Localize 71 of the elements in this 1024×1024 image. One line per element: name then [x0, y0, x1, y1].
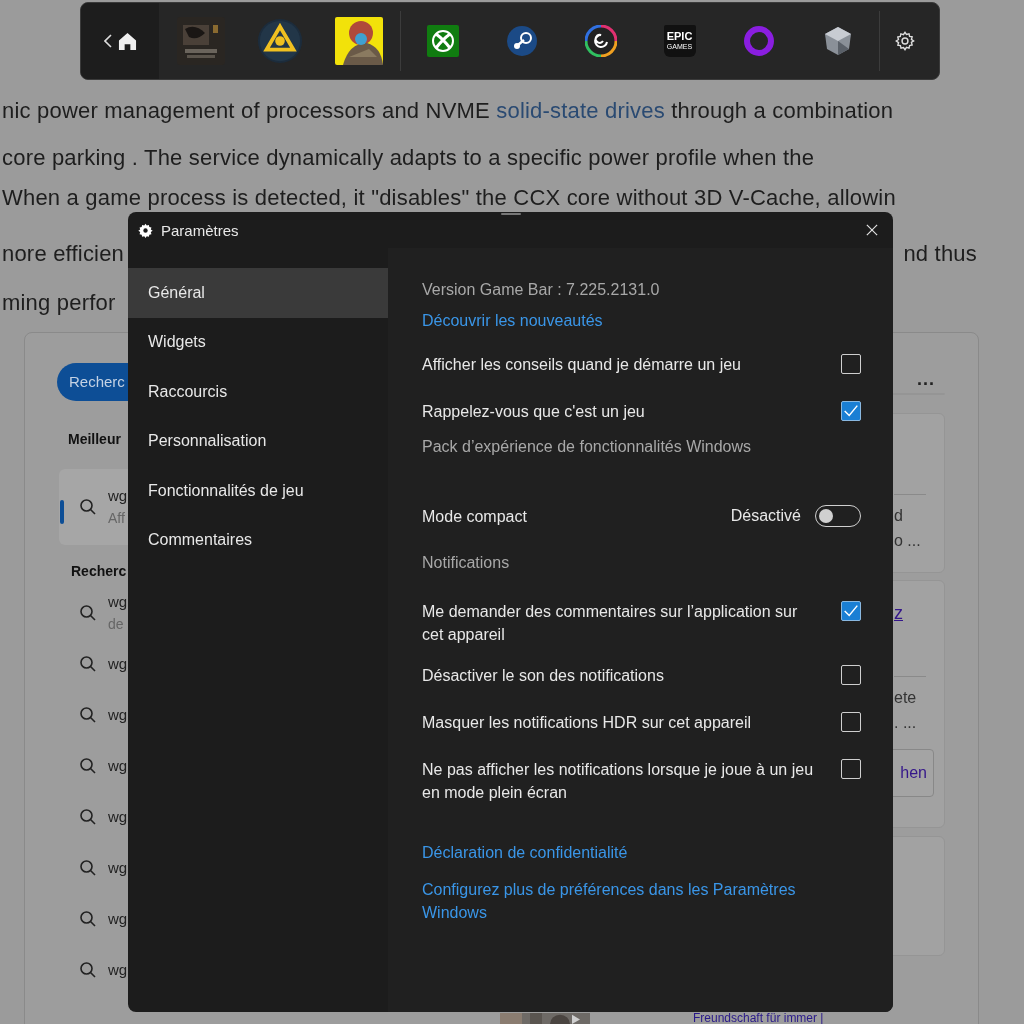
section-heading: Recherc: [71, 563, 128, 581]
card-text: o ...: [894, 531, 921, 551]
search-icon: [79, 909, 97, 928]
option-label: Rappelez-vous que c'est un jeu: [422, 402, 645, 422]
option-label: Me demander des commentaires sur l’application sur cet appareil: [422, 602, 799, 645]
best-result[interactable]: wg Aff: [59, 469, 129, 545]
checkbox[interactable]: [841, 665, 861, 685]
article-text: When a game process is detected, it "disables" the CCX core without 3D V-Cache, allowin: [2, 185, 896, 211]
nav-item[interactable]: Général: [128, 268, 388, 318]
home-icon: [117, 31, 137, 51]
nav-item[interactable]: Fonctionnalités de jeu: [128, 466, 388, 516]
option-label: Afficher les conseils quand je démarre un jeu: [422, 355, 741, 375]
result-title: wg: [108, 486, 128, 506]
search-suggestion[interactable]: wg: [108, 958, 128, 981]
logo-text: EPIC: [666, 31, 693, 42]
swirl-logo-icon[interactable]: [584, 25, 617, 57]
option-label: Désactiver le son des notifications: [422, 666, 664, 686]
checkbox[interactable]: [841, 601, 861, 621]
search-suggestion[interactable]: wg: [108, 907, 128, 930]
nav-item[interactable]: Commentaires: [128, 515, 388, 565]
article-text: core parking . The service dynamically adapts to a specific power profile when the: [2, 144, 815, 171]
article-link[interactable]: solid-state drives: [496, 97, 665, 123]
back-chevron-icon: [103, 34, 112, 48]
settings-link[interactable]: Configurez plus de préférences dans les Paramètres Windows: [422, 878, 822, 924]
search-suggestion[interactable]: wg: [108, 805, 128, 828]
article-text: ming perfor: [2, 289, 116, 316]
info-text: Pack d’expérience de fonctionnalités Windows: [422, 437, 753, 457]
search-icon: [79, 498, 97, 516]
option-label: Masquer les notifications HDR sur cet appareil: [422, 713, 752, 733]
search-suggestion[interactable]: wg: [108, 856, 128, 879]
info-text: Version Game Bar : 7.225.2131.0: [422, 280, 661, 300]
result-subtitle: Aff: [108, 509, 126, 528]
card-text: . ...: [894, 713, 917, 733]
search-icon: [79, 603, 97, 622]
settings-link[interactable]: Découvrir les nouveautés: [422, 309, 603, 332]
toggle-state: Désactivé: [730, 507, 801, 525]
search-icon: [79, 858, 97, 877]
search-suggestion[interactable]: wg: [108, 652, 128, 675]
x-logo-icon[interactable]: [426, 25, 459, 57]
section-heading: Meilleur: [68, 431, 122, 449]
checkbox[interactable]: [841, 712, 861, 732]
search-icon: [79, 756, 97, 775]
article-text: nd thus: [903, 240, 977, 267]
settings-icon: [138, 222, 153, 238]
option-label: Mode compact: [422, 506, 527, 527]
checkbox[interactable]: [841, 401, 861, 421]
article-text: nore efficien: [2, 240, 125, 267]
triangle-logo-icon: [256, 18, 303, 64]
search-suggestion[interactable]: wg: [108, 590, 128, 613]
dialog-title: Paramètres: [161, 221, 239, 239]
ring-icon[interactable]: [742, 25, 775, 57]
home-button[interactable]: [81, 3, 159, 79]
search-icon: [79, 960, 97, 979]
article-text: nic power management of processors and NVME solid-state drives through a combination: [2, 97, 894, 124]
card-text: ete: [894, 688, 917, 708]
checkbox[interactable]: [841, 354, 861, 374]
card-link[interactable]: z: [894, 603, 903, 624]
settings-link[interactable]: Déclaration de confidentialité: [422, 841, 628, 864]
settings-icon[interactable]: [894, 30, 916, 52]
search-suggestion[interactable]: wg: [108, 703, 128, 726]
checkbox[interactable]: [841, 759, 861, 779]
nav-item[interactable]: Personnalisation: [128, 416, 388, 466]
video-link[interactable]: Freundschaft für immer |: [693, 1012, 824, 1024]
search-icon: [79, 807, 97, 826]
close-icon[interactable]: [866, 224, 878, 236]
search-suggestion[interactable]: wg: [108, 754, 128, 777]
section-heading: Notifications: [422, 553, 511, 573]
search-icon: [79, 705, 97, 724]
search-icon: [79, 654, 97, 673]
card-text: d: [894, 506, 903, 526]
option-label: Ne pas afficher les notifications lorsque je joue à un jeu en mode plein écran: [422, 760, 815, 803]
